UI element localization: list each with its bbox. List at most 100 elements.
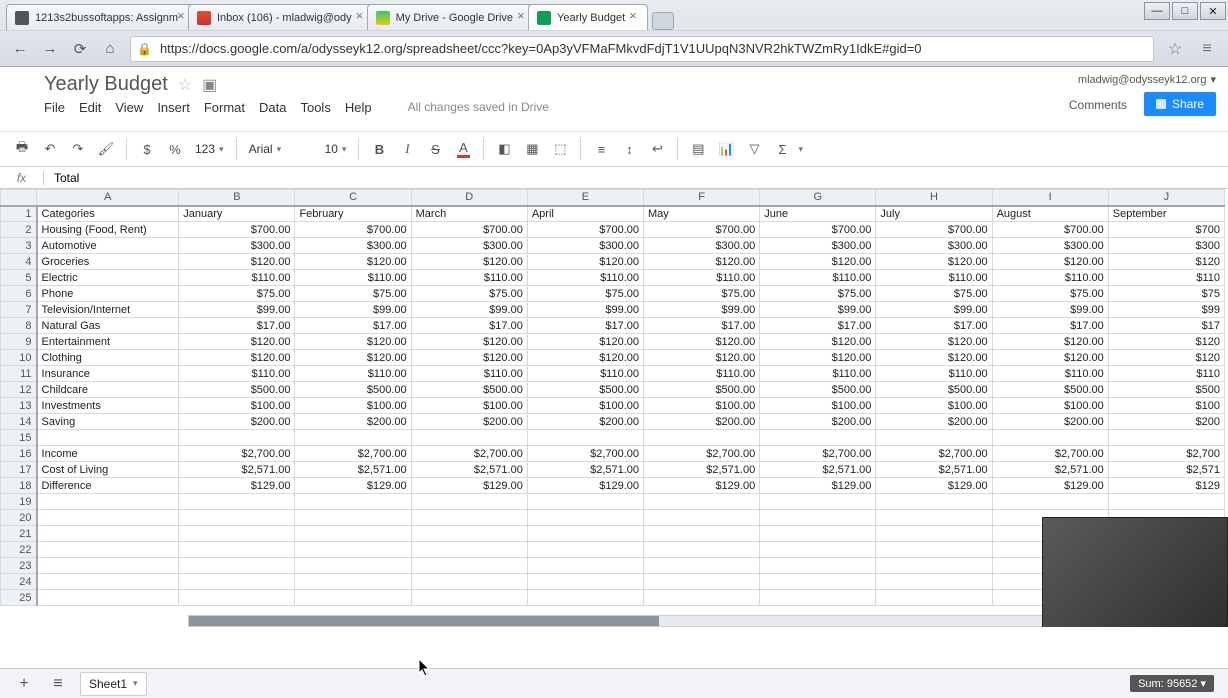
cell[interactable]: $120.00 (527, 334, 643, 350)
cell[interactable] (37, 574, 179, 590)
row-header[interactable]: 16 (1, 446, 37, 462)
cell[interactable]: $200.00 (876, 414, 992, 430)
cell[interactable]: $700.00 (295, 222, 411, 238)
cell[interactable]: $110.00 (992, 270, 1108, 286)
cell[interactable]: $2,571.00 (411, 462, 527, 478)
font-family-select[interactable]: Arial ▾ (245, 137, 317, 161)
cell[interactable] (644, 494, 760, 510)
cell[interactable]: $500 (1108, 382, 1224, 398)
close-window-button[interactable]: ✕ (1200, 2, 1226, 20)
cell[interactable]: $110 (1108, 270, 1224, 286)
borders-icon[interactable]: ▦ (520, 137, 544, 161)
menu-tools[interactable]: Tools (300, 100, 330, 115)
col-header[interactable]: C (295, 190, 411, 206)
cell[interactable]: $99.00 (411, 302, 527, 318)
cell[interactable] (411, 526, 527, 542)
row-header[interactable]: 18 (1, 478, 37, 494)
cell[interactable]: $2,571.00 (179, 462, 295, 478)
cell[interactable]: $75.00 (295, 286, 411, 302)
cell[interactable] (760, 558, 876, 574)
row-header[interactable]: 17 (1, 462, 37, 478)
cell[interactable]: $110.00 (876, 270, 992, 286)
cell[interactable] (527, 558, 643, 574)
all-sheets-icon[interactable]: ≡ (46, 672, 70, 696)
row-header[interactable]: 24 (1, 574, 37, 590)
cell[interactable] (179, 430, 295, 446)
menu-insert[interactable]: Insert (157, 100, 190, 115)
cell[interactable]: $110.00 (644, 270, 760, 286)
cell[interactable] (37, 510, 179, 526)
cell[interactable]: $100.00 (295, 398, 411, 414)
cell[interactable]: $300.00 (179, 238, 295, 254)
cell[interactable]: $100 (1108, 398, 1224, 414)
cell[interactable]: April (527, 206, 643, 222)
cell[interactable] (295, 590, 411, 606)
cell[interactable]: $300.00 (876, 238, 992, 254)
row-header[interactable]: 9 (1, 334, 37, 350)
cell[interactable] (37, 590, 179, 606)
cell[interactable]: $100.00 (876, 398, 992, 414)
cell[interactable]: $110.00 (179, 270, 295, 286)
cell[interactable]: $110.00 (179, 366, 295, 382)
row-header[interactable]: 15 (1, 430, 37, 446)
cell[interactable]: $200.00 (760, 414, 876, 430)
cell[interactable]: June (760, 206, 876, 222)
cell[interactable] (179, 526, 295, 542)
align-horizontal-icon[interactable]: ≡ (589, 137, 613, 161)
cell[interactable] (760, 494, 876, 510)
cell[interactable]: $120.00 (876, 254, 992, 270)
cell[interactable]: $99.00 (527, 302, 643, 318)
col-header[interactable]: E (527, 190, 643, 206)
cell[interactable]: $2,571.00 (760, 462, 876, 478)
cell[interactable]: $120.00 (992, 254, 1108, 270)
cell[interactable]: Automotive (37, 238, 179, 254)
cell[interactable]: $300.00 (527, 238, 643, 254)
tab-2[interactable]: Inbox (106) - mladwig@ody (188, 4, 375, 30)
cell[interactable] (295, 494, 411, 510)
cell[interactable]: $2,700 (1108, 446, 1224, 462)
cell[interactable]: $17.00 (295, 318, 411, 334)
share-button[interactable]: Share (1144, 92, 1216, 116)
cell[interactable] (411, 510, 527, 526)
cell[interactable] (411, 558, 527, 574)
bold-button[interactable]: B (367, 137, 391, 161)
cell[interactable]: $2,700.00 (992, 446, 1108, 462)
cell[interactable] (411, 542, 527, 558)
cell[interactable]: $700.00 (760, 222, 876, 238)
cell[interactable]: $75.00 (992, 286, 1108, 302)
cell[interactable]: $200.00 (527, 414, 643, 430)
cell[interactable] (992, 494, 1108, 510)
omnibox[interactable]: 🔒 (130, 36, 1154, 62)
cell[interactable]: $17.00 (411, 318, 527, 334)
row-header[interactable]: 19 (1, 494, 37, 510)
col-header[interactable]: G (760, 190, 876, 206)
cell[interactable]: $110.00 (295, 366, 411, 382)
cell[interactable]: $120.00 (179, 334, 295, 350)
cell[interactable]: $129.00 (992, 478, 1108, 494)
cell[interactable]: $120.00 (876, 334, 992, 350)
cell[interactable]: $120 (1108, 350, 1224, 366)
cell[interactable]: $129.00 (527, 478, 643, 494)
cell[interactable] (527, 542, 643, 558)
cell[interactable]: $110.00 (992, 366, 1108, 382)
cell[interactable]: $500.00 (411, 382, 527, 398)
cell[interactable]: $700 (1108, 222, 1224, 238)
row-header[interactable]: 14 (1, 414, 37, 430)
cell[interactable]: $500.00 (644, 382, 760, 398)
cell[interactable]: $75.00 (411, 286, 527, 302)
cell[interactable]: $200.00 (411, 414, 527, 430)
cell[interactable]: $500.00 (876, 382, 992, 398)
row-header[interactable]: 8 (1, 318, 37, 334)
sheet-tab[interactable]: Sheet1 ▾ (80, 672, 147, 696)
cell[interactable]: $120.00 (760, 254, 876, 270)
row-header[interactable]: 20 (1, 510, 37, 526)
cell[interactable]: $75.00 (527, 286, 643, 302)
cell[interactable]: $129 (1108, 478, 1224, 494)
cell[interactable]: $2,571.00 (876, 462, 992, 478)
cell[interactable] (760, 574, 876, 590)
row-header[interactable]: 1 (1, 206, 37, 222)
cell[interactable]: $99.00 (644, 302, 760, 318)
bookmark-star-icon[interactable]: ☆ (1164, 38, 1186, 60)
italic-button[interactable]: I (395, 137, 419, 161)
row-header[interactable]: 25 (1, 590, 37, 606)
